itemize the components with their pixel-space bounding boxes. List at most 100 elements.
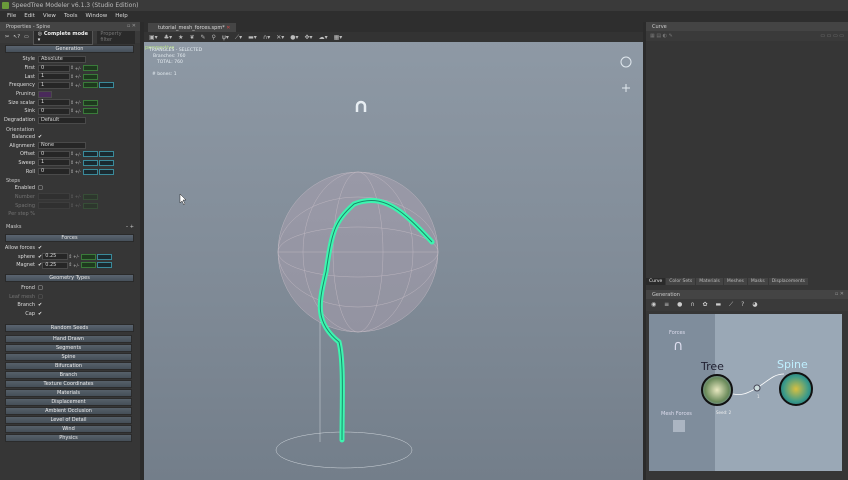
geometry-checkbox[interactable]: ✔ (38, 302, 42, 308)
plus-minus-button[interactable]: +/- (72, 263, 80, 268)
allow-forces-checkbox[interactable]: ✔ (38, 245, 42, 251)
pen-icon[interactable]: ✎ (201, 34, 206, 41)
section-geometry-types[interactable]: Geometry Types (5, 273, 134, 282)
plus-minus-button[interactable]: +/- (74, 160, 82, 165)
section-level-of-detail[interactable]: Level of Detail (5, 415, 132, 424)
section-wind[interactable]: Wind (5, 424, 132, 433)
degradation-field[interactable]: Default (38, 116, 86, 124)
frequency-field[interactable]: 1 (38, 81, 70, 89)
pruning-field[interactable] (38, 90, 52, 98)
close-tab-icon[interactable]: ✕ (226, 25, 230, 31)
curve-swatch[interactable] (83, 159, 98, 166)
plus-minus-button[interactable]: +/- (74, 152, 82, 157)
menu-tools[interactable]: Tools (64, 13, 78, 20)
curve-swatch[interactable] (83, 99, 98, 106)
light-icon[interactable]: ☁▾ (319, 34, 328, 41)
section-materials[interactable]: Materials (5, 388, 132, 397)
section-displacement[interactable]: Displacement (5, 397, 132, 406)
curve-swatch[interactable] (97, 262, 113, 269)
brush-icon[interactable]: ⚲ (212, 34, 216, 41)
curve-swatch[interactable] (83, 73, 98, 80)
menu-edit[interactable]: Edit (24, 13, 35, 20)
curve-swatch[interactable] (83, 82, 98, 89)
generator-graph[interactable]: Forces ∩ Mesh Forces Tree Seed: 2 1 Spin… (649, 314, 842, 471)
style-field[interactable]: Absolute (38, 55, 86, 63)
plus-minus-button[interactable]: +/- (74, 83, 82, 88)
number-field[interactable] (38, 193, 70, 201)
size-scalar-field[interactable]: 1 (38, 99, 70, 107)
geometry-checkbox[interactable]: □ (38, 285, 43, 291)
tree-icon[interactable]: ♣▾ (164, 34, 172, 41)
select-icon[interactable]: ▣▾ (149, 34, 158, 41)
geometry-checkbox[interactable]: ✔ (38, 311, 42, 317)
plus-minus-button[interactable]: +/- (74, 100, 82, 105)
section-ambient-occlusion[interactable]: Ambient Occlusion (5, 406, 132, 415)
mode-dropdown[interactable]: ◎ Complete mode ▾ (32, 29, 94, 45)
geometry-checkbox[interactable]: □ (38, 294, 43, 300)
section-texture-coordinates[interactable]: Texture Coordinates (5, 379, 132, 388)
curve-swatch[interactable] (83, 168, 98, 175)
roll-field[interactable]: 0 (38, 168, 70, 176)
section-forces[interactable]: Forces (5, 233, 134, 242)
magnet-icon[interactable]: ∩▾ (263, 34, 270, 41)
spine-node[interactable] (779, 372, 813, 406)
plus-minus-button[interactable]: +/- (74, 203, 82, 208)
leaf-icon[interactable]: ❦ (189, 34, 194, 41)
spacing-field[interactable] (38, 202, 70, 210)
tab-materials[interactable]: Materials (696, 278, 723, 285)
tab-color-sets[interactable]: Color Sets (666, 278, 696, 285)
ruler-icon[interactable]: ▬▾ (248, 34, 257, 41)
branch-icon[interactable]: ψ▾ (222, 34, 229, 41)
last-field[interactable]: 1 (38, 73, 70, 81)
plus-minus-button[interactable]: +/- (74, 194, 82, 199)
magnet-field[interactable]: 0.25 (42, 261, 69, 269)
offset-field[interactable]: 0 (38, 150, 70, 158)
scale-icon[interactable]: ✕▾ (276, 34, 284, 41)
balanced-checkbox[interactable]: ✔ (38, 134, 42, 140)
curve-swatch[interactable] (99, 151, 114, 158)
tab-displacements[interactable]: Displacements (768, 278, 809, 285)
enabled-checkbox[interactable]: □ (38, 185, 43, 191)
display-icon[interactable]: ▦▾ (334, 34, 343, 41)
curve-swatch[interactable] (83, 65, 98, 72)
section-bifurcation[interactable]: Bifurcation (5, 361, 132, 370)
menu-help[interactable]: Help (115, 13, 128, 20)
section-generation[interactable]: Generation (5, 45, 134, 53)
curve-swatch[interactable] (83, 151, 98, 158)
section-hand-drawn[interactable]: Hand Drawn (5, 334, 132, 343)
tab-meshes[interactable]: Meshes (723, 278, 747, 285)
panel-close-icon[interactable]: ▫ ✕ (127, 23, 136, 29)
sphere-field[interactable]: 0.25 (42, 253, 69, 261)
camera-icon[interactable]: ●▾ (290, 34, 298, 41)
curve-swatch[interactable] (99, 82, 114, 89)
tab-masks[interactable]: Masks (747, 278, 768, 285)
tab-curve[interactable]: Curve (646, 278, 666, 285)
plus-minus-button[interactable]: +/- (72, 254, 80, 259)
generation-close-icon[interactable]: ▫ ✕ (835, 291, 844, 297)
section-branch[interactable]: Branch (5, 370, 132, 379)
plus-minus-button[interactable]: +/- (74, 109, 82, 114)
curve-swatch[interactable] (81, 262, 97, 269)
move-icon[interactable]: ✥▾ (305, 34, 313, 41)
bone-icon[interactable]: ⟋▾ (235, 34, 242, 41)
section-spine[interactable]: Spine (5, 352, 132, 361)
plus-minus-button[interactable]: +/- (74, 66, 82, 71)
help-icon[interactable]: ↖? (13, 34, 20, 40)
curve-swatch[interactable] (83, 202, 98, 209)
curve-swatch[interactable] (99, 168, 114, 175)
property-filter-input[interactable]: Property filter (97, 30, 135, 44)
plus-minus-button[interactable]: +/- (74, 74, 82, 79)
tab-document[interactable]: tutorial_mesh_forces.spm* ✕ (148, 23, 236, 32)
curve-swatch[interactable] (81, 253, 97, 260)
menu-file[interactable]: File (7, 13, 16, 20)
curve-swatch[interactable] (97, 253, 113, 260)
star-icon[interactable]: ★ (178, 34, 183, 41)
masks-add-icon[interactable]: – + (126, 224, 134, 230)
section-random-seeds[interactable]: Random Seeds (5, 323, 134, 332)
collapse-icon[interactable]: ▭ (24, 34, 29, 40)
viewport[interactable]: tutorial_mesh_forces.spm* ✕ ▣▾ ♣▾ ★ ❦ ✎ ⚲ ψ▾ ⟋▾… (144, 22, 643, 480)
menu-window[interactable]: Window (86, 13, 108, 20)
tool-icon[interactable]: ✂ (5, 34, 9, 40)
section-segments[interactable]: Segments (5, 343, 132, 352)
sweep-field[interactable]: 1 (38, 159, 70, 167)
